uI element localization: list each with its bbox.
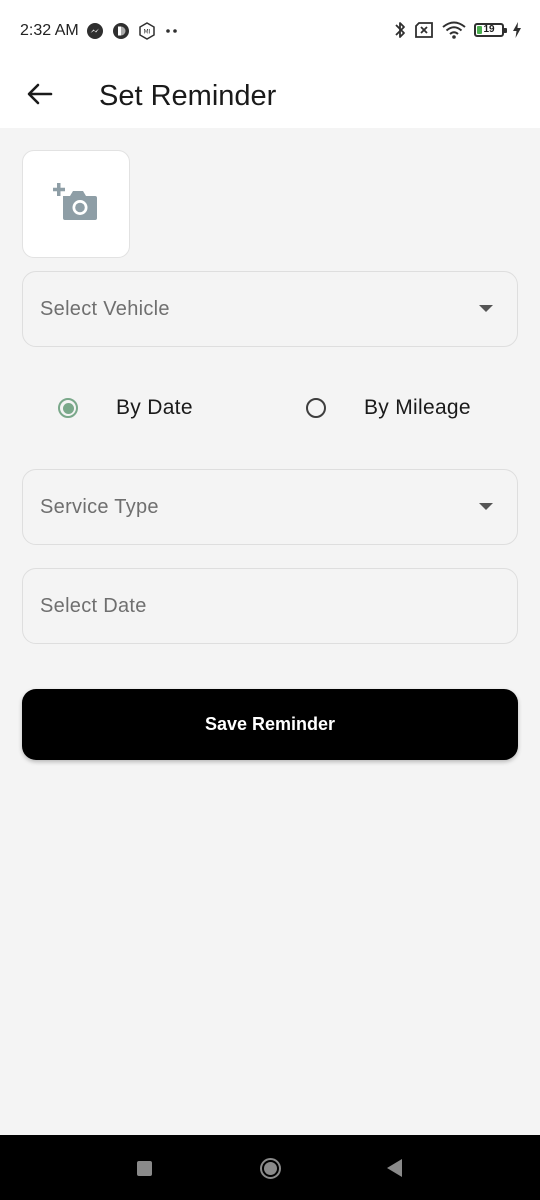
- select-vehicle-placeholder: Select Vehicle: [40, 298, 170, 320]
- charging-icon: [512, 22, 522, 38]
- bluetooth-icon: [394, 20, 406, 40]
- app-bar: Set Reminder: [0, 64, 540, 128]
- arrow-back-icon: [27, 83, 53, 110]
- recents-square-icon: [136, 1160, 152, 1176]
- select-date-placeholder: Select Date: [40, 595, 147, 617]
- app-notification-icon: [112, 22, 130, 40]
- back-button[interactable]: [18, 74, 62, 118]
- add-photo-camera-icon: [52, 182, 99, 227]
- battery-fill: [477, 26, 482, 34]
- set-reminder-screen: 2:32 AM MI 19 Set Reminder Select Vehicl…: [0, 0, 540, 1200]
- recents-button[interactable]: [131, 1155, 157, 1181]
- status-bar: 2:32 AM MI 19: [0, 0, 540, 64]
- svg-text:MI: MI: [144, 29, 151, 36]
- select-vehicle-dropdown[interactable]: Select Vehicle: [22, 271, 518, 347]
- back-triangle-icon: [386, 1159, 402, 1177]
- status-left-icons: MI: [86, 22, 180, 40]
- battery-level: 19: [483, 24, 495, 35]
- select-date-field[interactable]: Select Date: [22, 568, 518, 644]
- radio-by-mileage[interactable]: By Mileage: [306, 386, 471, 430]
- radio-by-date[interactable]: By Date: [58, 386, 193, 430]
- radio-button-icon: [58, 398, 78, 418]
- dropdown-arrow-icon: [479, 305, 493, 312]
- service-type-dropdown[interactable]: Service Type: [22, 469, 518, 545]
- radio-by-date-label: By Date: [116, 396, 193, 419]
- system-back-button[interactable]: [381, 1155, 407, 1181]
- add-photo-button[interactable]: [22, 150, 130, 258]
- messenger-icon: [86, 22, 104, 40]
- radio-button-icon: [306, 398, 326, 418]
- status-time: 2:32 AM: [20, 22, 79, 39]
- save-reminder-button[interactable]: Save Reminder: [22, 689, 518, 760]
- page-title: Set Reminder: [99, 80, 277, 112]
- service-type-placeholder: Service Type: [40, 496, 159, 518]
- home-circle-icon: [259, 1157, 281, 1179]
- mi-app-icon: MI: [138, 22, 156, 40]
- more-dots-icon: [164, 28, 180, 34]
- dropdown-arrow-icon: [479, 503, 493, 510]
- home-button[interactable]: [257, 1155, 283, 1181]
- system-nav-bar: [0, 1135, 540, 1200]
- radio-by-mileage-label: By Mileage: [364, 396, 471, 419]
- no-sim-icon: [414, 22, 434, 38]
- wifi-icon: [442, 21, 466, 39]
- battery-icon: 19: [474, 23, 507, 37]
- status-right-icons: 19: [394, 20, 522, 40]
